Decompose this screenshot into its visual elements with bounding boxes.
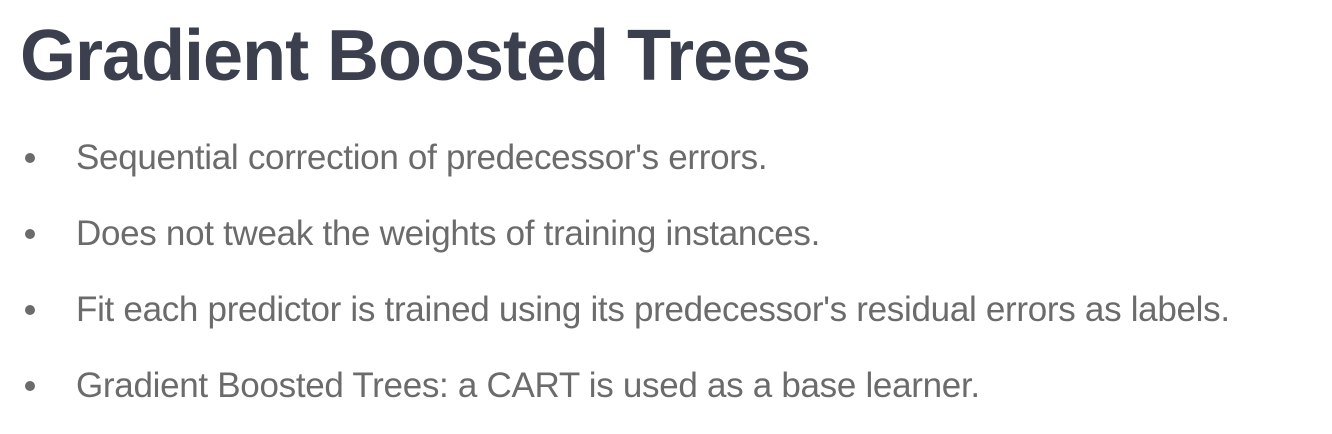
bullet-dot-icon <box>25 153 35 163</box>
bullet-dot-icon <box>25 229 35 239</box>
bullet-dot-icon <box>25 305 35 315</box>
bullet-dot-icon <box>25 381 35 391</box>
bullet-text: Sequential correction of predecessor's e… <box>76 138 768 177</box>
slide: Gradient Boosted Trees Sequential correc… <box>0 0 1332 430</box>
bullet-text: Gradient Boosted Trees: a CART is used a… <box>76 366 980 405</box>
slide-title: Gradient Boosted Trees <box>20 16 811 96</box>
bullet-text: Fit each predictor is trained using its … <box>76 290 1230 329</box>
bullet-text: Does not tweak the weights of training i… <box>76 214 821 253</box>
